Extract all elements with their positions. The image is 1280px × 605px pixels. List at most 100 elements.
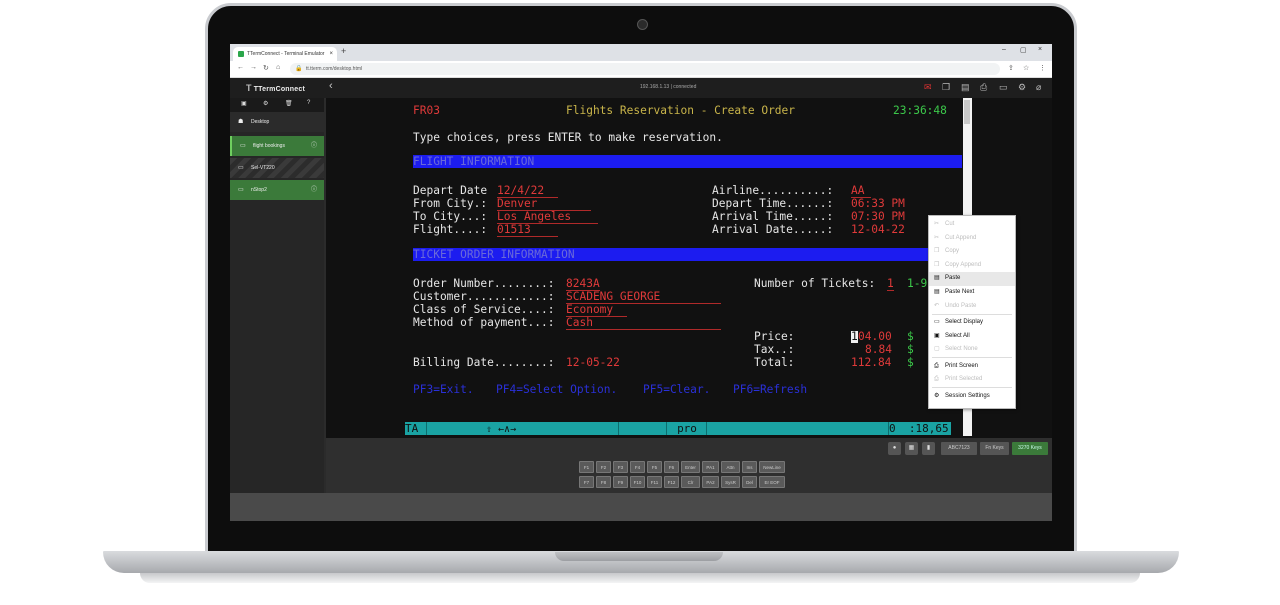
key-f9[interactable]: F9 <box>613 476 628 488</box>
sidebar-item-label: nStop2 <box>251 187 267 193</box>
info-icon[interactable]: ⓘ <box>311 180 317 200</box>
key-f7[interactable]: F7 <box>579 476 594 488</box>
key-pa1[interactable]: PA1 <box>702 461 719 473</box>
menu-item-select-none[interactable]: ▢ Select None <box>929 343 1015 357</box>
browser-tab[interactable]: TTermConnect - Terminal Emulator × <box>233 47 337 61</box>
copy-icon: ❐ <box>934 261 940 268</box>
gear-icon: ⚙ <box>934 393 940 399</box>
key-f3[interactable]: F3 <box>613 461 628 473</box>
status-ta: TA <box>405 422 425 435</box>
num-tickets-field[interactable]: 1 <box>887 278 894 291</box>
key-pa2[interactable]: PA2 <box>702 476 719 488</box>
key-attn[interactable]: Attn <box>721 461 740 473</box>
key-f2[interactable]: F2 <box>596 461 611 473</box>
screen-time: 23:36:48 <box>893 104 947 117</box>
status-segment-empty <box>426 422 619 435</box>
sidebar-item-nstop2[interactable]: ▭ nStop2 ⓘ <box>230 180 324 200</box>
paste-icon[interactable]: ▤ <box>961 82 970 93</box>
cursor: 1 <box>851 330 858 343</box>
bookmark-star-icon[interactable]: ☆ <box>1023 64 1029 72</box>
menu-item-print-screen[interactable]: ⎙ Print Screen <box>929 360 1015 374</box>
print-icon[interactable]: ⎙ <box>980 82 987 93</box>
key-enter[interactable]: Enter <box>681 461 700 473</box>
window-maximize-button[interactable]: ▢ <box>1020 46 1027 54</box>
flight-field[interactable]: 01513 <box>497 224 558 237</box>
session-settings-icon[interactable]: ⚙ <box>263 100 268 107</box>
key-newline[interactable]: NewLine <box>759 461 785 473</box>
key-f1[interactable]: F1 <box>579 461 594 473</box>
key-sysr[interactable]: SysR <box>721 476 740 488</box>
back-arrow-icon[interactable]: ← <box>237 64 244 71</box>
copy-icon[interactable]: ❐ <box>942 82 950 93</box>
sidebar-item-sel-vt220[interactable]: ▭ Sel-VT220 <box>230 158 324 178</box>
sidebar-item-flight-bookings[interactable]: ▭ flight bookings ⓘ <box>230 136 324 156</box>
billing-date-value: 12-05-22 <box>566 356 620 369</box>
key-f4[interactable]: F4 <box>630 461 645 473</box>
menu-item-paste[interactable]: ▤ Paste <box>929 272 1015 286</box>
key-f5[interactable]: F5 <box>647 461 662 473</box>
key-f6[interactable]: F6 <box>664 461 679 473</box>
bottom-strip <box>230 493 1052 521</box>
new-tab-button[interactable]: + <box>341 46 346 56</box>
settings-gear-icon[interactable]: ⚙ <box>1018 82 1026 93</box>
pf3-exit-hint[interactable]: PF3=Exit. <box>413 384 474 396</box>
payment-field[interactable]: Cash <box>566 317 721 330</box>
reload-icon[interactable]: ↻ <box>263 64 269 72</box>
window-minimize-button[interactable]: – <box>1002 46 1006 53</box>
key-clr[interactable]: Clr <box>681 476 700 488</box>
key-del[interactable]: Del <box>742 476 757 488</box>
tab-close-icon[interactable]: × <box>329 47 333 61</box>
disconnect-icon[interactable]: ⌀ <box>1036 82 1041 93</box>
key-f10[interactable]: F10 <box>630 476 645 488</box>
url-field[interactable]: 🔒 tt.tterm.com/desktop.html <box>290 63 1000 75</box>
menu-item-session-settings[interactable]: ⚙ Session Settings <box>929 390 1015 404</box>
menu-item-copy[interactable]: ❐ Copy <box>929 245 1015 259</box>
info-bar-icon[interactable]: ▮ <box>922 442 935 455</box>
menu-item-cut-append[interactable]: ✂ Cut Append <box>929 232 1015 246</box>
monitor-icon: ▭ <box>238 165 244 171</box>
pf4-select-hint[interactable]: PF4=Select Option. <box>496 384 617 396</box>
menu-item-select-all[interactable]: ▣ Select All <box>929 330 1015 344</box>
sessions-sidebar: ▣ ⚙ 🗑 ? ☗ Desktop ▭ flight bookings ⓘ ▭ … <box>230 98 324 521</box>
key-ins[interactable]: Ins <box>742 461 757 473</box>
menu-item-undo-paste[interactable]: ↶ Undo Paste <box>929 300 1015 314</box>
menu-item-print-selected[interactable]: ⎙ Print Selected <box>929 373 1015 387</box>
price-value[interactable]: 04.00 <box>858 331 892 343</box>
key-er-eof[interactable]: Er EOF <box>759 476 785 488</box>
home-icon[interactable]: ⌂ <box>276 64 280 71</box>
total-label: Total: <box>754 356 795 369</box>
depart-time-label: Depart Time......: <box>712 197 840 210</box>
pf5-clear-hint[interactable]: PF5=Clear. <box>643 384 710 396</box>
keyboard-icon[interactable]: ▭ <box>999 82 1008 93</box>
collapse-sidebar-icon[interactable]: ‹ <box>329 80 333 92</box>
delete-session-icon[interactable]: 🗑 <box>285 100 293 107</box>
key-f11[interactable]: F11 <box>647 476 662 488</box>
fn-keys-button[interactable]: Fn Keys <box>980 442 1009 455</box>
window-close-button[interactable]: × <box>1038 46 1042 53</box>
menu-item-paste-next[interactable]: ▤ Paste Next <box>929 286 1015 300</box>
new-session-icon[interactable]: ▣ <box>241 100 247 107</box>
sidebar-item-desktop[interactable]: ☗ Desktop <box>230 112 324 132</box>
help-icon[interactable]: ? <box>307 100 310 106</box>
desktop-icon: ☗ <box>238 119 244 125</box>
menu-item-select-display[interactable]: ▭ Select Display <box>929 316 1015 330</box>
share-icon[interactable]: ⇪ <box>1008 64 1014 72</box>
browser-menu-icon[interactable]: ⋮ <box>1039 64 1046 72</box>
key-f8[interactable]: F8 <box>596 476 611 488</box>
terminal-type-button[interactable]: ABC7123 <box>941 442 977 455</box>
chat-alert-icon[interactable]: ✉ <box>924 82 932 93</box>
sidebar-item-label: flight bookings <box>253 143 285 149</box>
3270-keys-button[interactable]: 3270 Keys <box>1012 442 1048 455</box>
keyboard-layout-icon[interactable]: ▦ <box>905 442 918 455</box>
key-f12[interactable]: F12 <box>664 476 679 488</box>
laptop-base-shadow <box>140 573 1140 583</box>
menu-item-copy-append[interactable]: ❐ Copy Append <box>929 259 1015 273</box>
arrival-time-value: 07:30 PM <box>851 210 905 223</box>
menu-item-cut[interactable]: ✂ Cut <box>929 218 1015 232</box>
info-icon[interactable]: ⓘ <box>311 136 317 156</box>
depart-date-label: Depart Date <box>413 184 494 197</box>
pf6-refresh-hint[interactable]: PF6=Refresh <box>733 384 807 396</box>
forward-arrow-icon[interactable]: → <box>250 64 257 71</box>
record-icon[interactable]: ● <box>888 442 901 455</box>
scrollbar-thumb[interactable] <box>964 100 970 124</box>
